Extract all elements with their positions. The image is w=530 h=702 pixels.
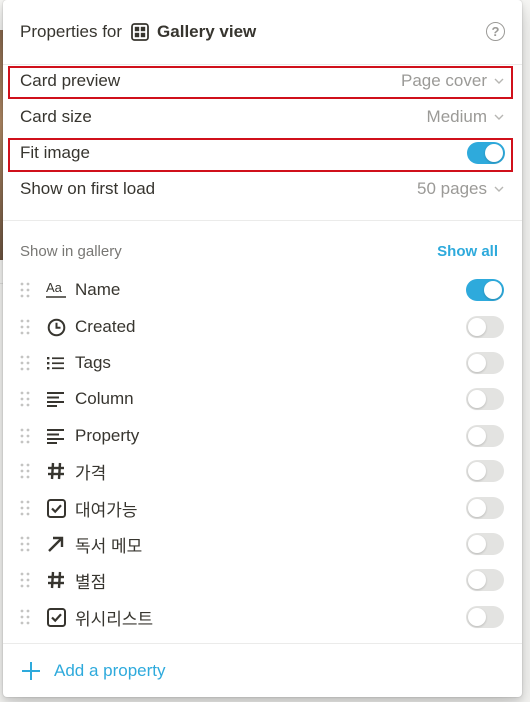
toggle-knob [468,535,486,553]
text-lines-icon [45,425,67,447]
property-name: Column [75,389,134,408]
show-in-gallery-header: Show in gallery Show all [3,235,522,267]
toggle-knob [468,354,486,372]
text-lines-icon [45,388,67,410]
card-size-value-text: Medium [426,107,487,126]
property-toggle-tags[interactable] [466,352,504,374]
chevron-down-icon [494,114,504,120]
property-name: 별점 [75,572,107,592]
property-name: 대여가능 [75,500,138,520]
card-preview-label: Card preview [20,71,121,90]
clock-icon [45,316,67,338]
property-name: Tags [75,353,111,372]
toggle-knob [468,390,486,408]
fit-image-row[interactable]: Fit image [3,135,522,171]
property-toggle-reading-note[interactable] [466,533,504,555]
drag-handle-icon[interactable] [20,536,30,552]
text-aa-icon: Aa [45,279,67,301]
property-row-available[interactable]: 대여가능 [3,490,522,526]
list-icon [45,352,67,374]
property-row-rating[interactable]: 별점 [3,562,522,598]
plus-icon [22,662,40,680]
toggle-knob [468,499,486,517]
toggle-knob [468,608,486,626]
view-name[interactable]: Gallery view [157,22,256,42]
property-row-property[interactable]: Property [3,418,522,454]
property-toggle-price[interactable] [466,460,504,482]
panel-header: Properties for Gallery view [3,0,522,64]
show-all-button[interactable]: Show all [437,243,498,260]
drag-handle-icon[interactable] [20,391,30,407]
hash-icon [45,460,67,482]
properties-panel: Properties for Gallery view ? Card previ… [3,0,522,697]
toggle-knob [468,571,486,589]
drag-handle-icon[interactable] [20,463,30,479]
property-name: Created [75,317,136,336]
checkbox-icon [45,497,67,519]
property-row-tags[interactable]: Tags [3,345,522,381]
fit-image-toggle[interactable] [467,142,505,164]
property-name: 독서 메모 [75,536,143,556]
show-in-gallery-title: Show in gallery [20,242,122,260]
property-name: 위시리스트 [75,609,154,629]
card-size-value[interactable]: Medium [427,107,505,127]
property-toggle-wishlist[interactable] [466,606,504,628]
show-on-first-load-row[interactable]: Show on first load 50 pages [3,171,522,207]
drag-handle-icon[interactable] [20,319,30,335]
property-name: Property [75,426,140,445]
card-preview-row[interactable]: Card preview Page cover [3,63,522,99]
drag-handle-icon[interactable] [20,609,30,625]
toggle-knob [485,144,503,162]
toggle-knob [468,318,486,336]
show-on-first-load-label: Show on first load [20,179,156,198]
card-size-label: Card size [20,107,92,126]
gallery-grid-icon [131,23,149,41]
drag-handle-icon[interactable] [20,355,30,371]
property-row-name[interactable]: Aa Name [3,272,522,308]
settings-divider [3,220,522,221]
drag-handle-icon[interactable] [20,500,30,516]
checkbox-icon [45,606,67,628]
toggle-knob [484,281,502,299]
property-row-column[interactable]: Column [3,381,522,417]
chevron-down-icon [494,186,504,192]
property-toggle-created[interactable] [466,316,504,338]
show-on-first-load-value-text: 50 pages [417,179,487,198]
show-on-first-load-value[interactable]: 50 pages [417,179,505,199]
header-prefix: Properties for [20,22,123,41]
fit-image-label: Fit image [20,143,90,162]
property-toggle-property[interactable] [466,425,504,447]
property-name: Name [75,280,121,299]
property-toggle-available[interactable] [466,497,504,519]
toggle-knob [468,462,486,480]
property-name: 가격 [75,463,107,483]
add-property-label: Add a property [54,661,166,680]
property-row-price[interactable]: 가격 [3,453,522,489]
card-size-row[interactable]: Card size Medium [3,99,522,135]
property-toggle-column[interactable] [466,388,504,410]
hash-icon [45,569,67,591]
drag-handle-icon[interactable] [20,572,30,588]
question-circle-icon[interactable]: ? [486,22,505,41]
drag-handle-icon[interactable] [20,282,30,298]
add-property-button[interactable]: Add a property [3,652,522,690]
card-preview-value-text: Page cover [401,71,487,90]
property-row-wishlist[interactable]: 위시리스트 [3,599,522,635]
arrow-up-right-icon [45,533,67,555]
property-toggle-name[interactable] [466,279,504,301]
chevron-down-icon [494,78,504,84]
footer-divider [3,643,522,644]
toggle-knob [468,427,486,445]
card-preview-value[interactable]: Page cover [401,71,505,91]
property-row-created[interactable]: Created [3,309,522,345]
svg-text:Aa: Aa [46,280,63,295]
property-toggle-rating[interactable] [466,569,504,591]
property-row-reading-note[interactable]: 독서 메모 [3,526,522,562]
drag-handle-icon[interactable] [20,428,30,444]
